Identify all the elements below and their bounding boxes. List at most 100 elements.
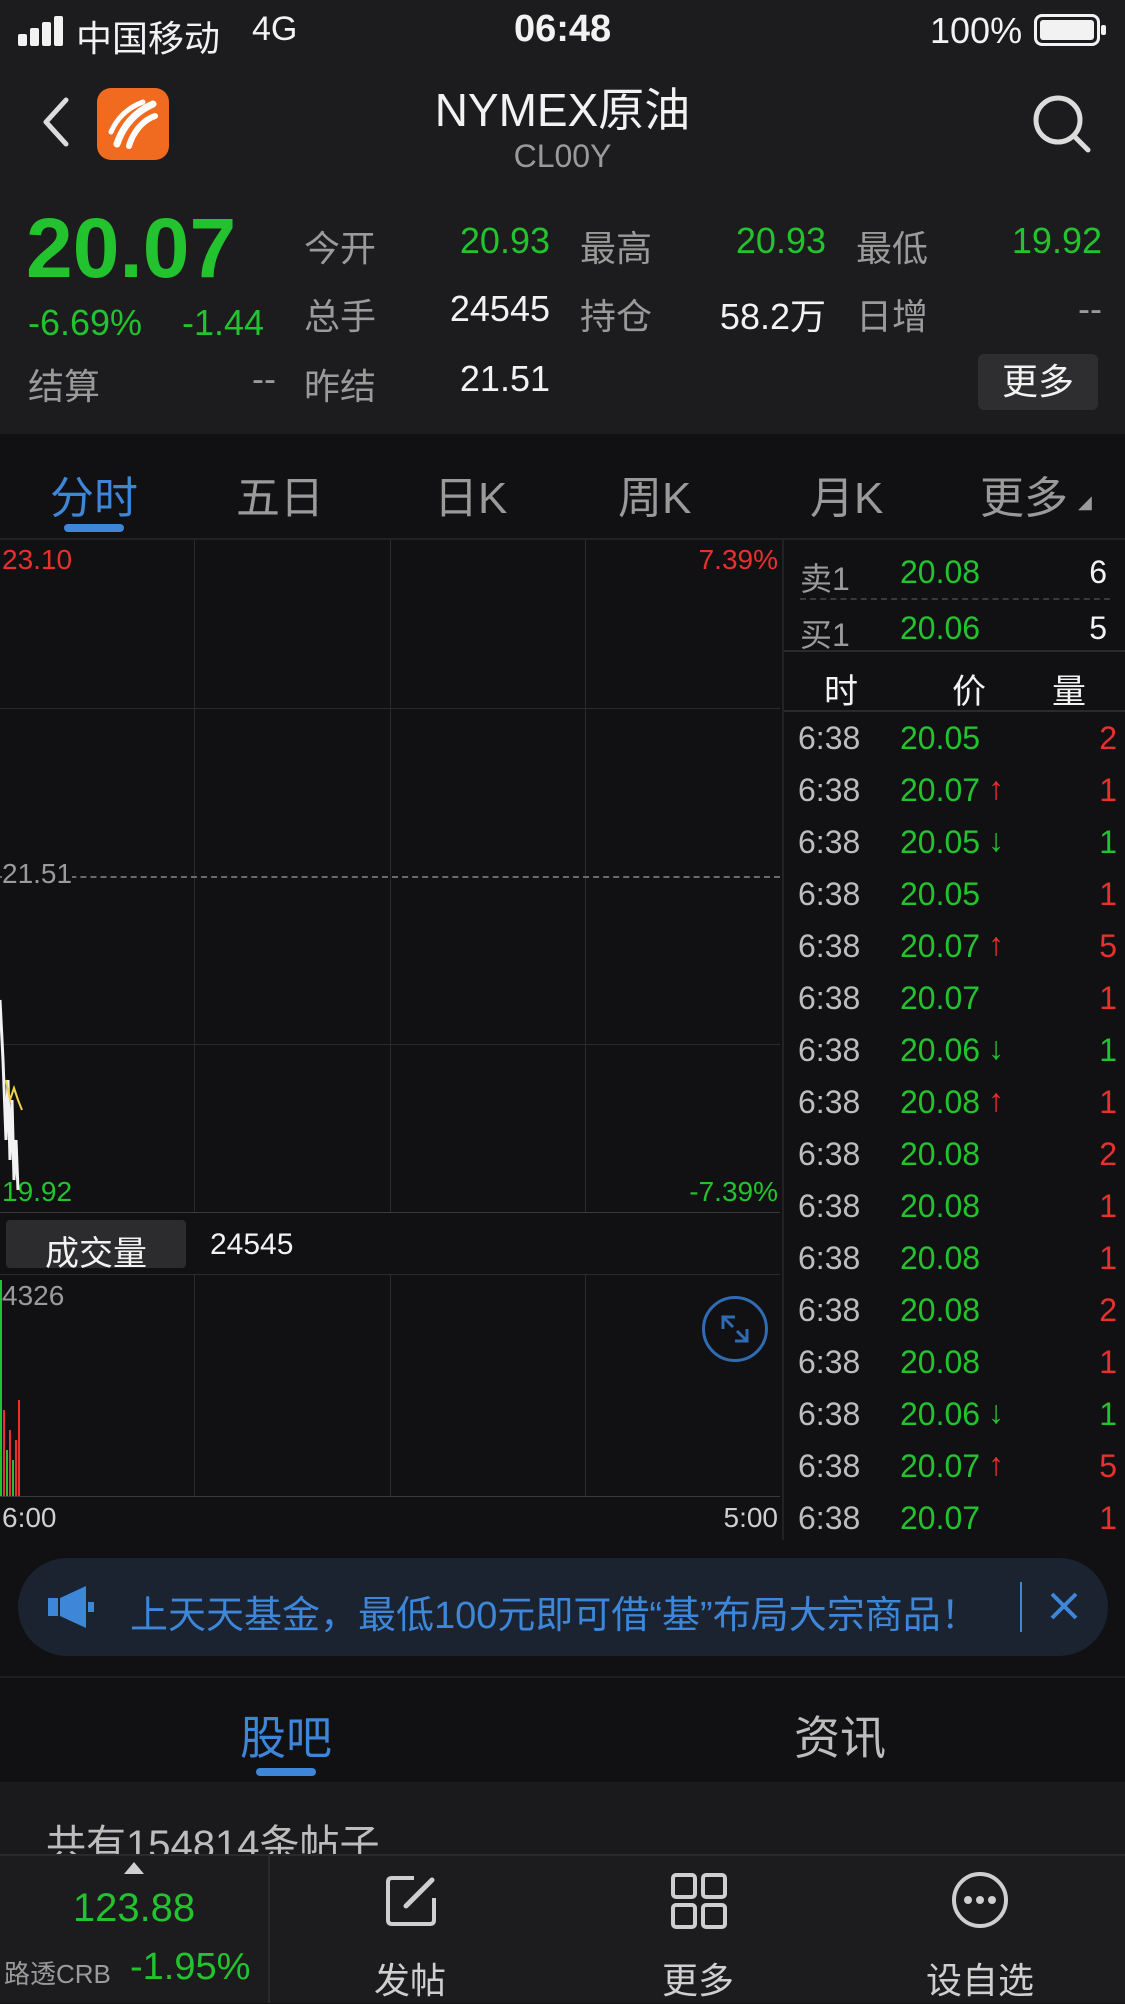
add-watchlist-label: 设自选 xyxy=(925,1960,1034,2001)
tab-weekly-k[interactable]: 周K xyxy=(618,462,691,526)
trade-row: 6:38 20.06 ↓ 1 xyxy=(784,1388,1125,1440)
trade-time: 6:38 xyxy=(798,1292,861,1328)
trade-time: 6:38 xyxy=(798,928,861,964)
daily-increase-label: 日增 xyxy=(856,296,929,337)
ask-price: 20.08 xyxy=(900,554,981,590)
trade-price: 20.07 xyxy=(900,772,981,808)
forum-tab-indicator xyxy=(256,1768,316,1776)
post-button[interactable]: 发帖 xyxy=(296,1856,524,2003)
prev-settle-label: 昨结 xyxy=(304,366,377,407)
trade-time: 6:38 xyxy=(798,1240,861,1276)
header-price: 价 xyxy=(952,673,986,711)
close-icon[interactable] xyxy=(1044,1586,1084,1626)
arrow-up-icon: ↑ xyxy=(988,1446,1004,1482)
header-time: 时 xyxy=(824,673,858,711)
bid-row: 买1 20.06 5 xyxy=(784,602,1125,654)
battery-percent: 100% xyxy=(930,10,1023,51)
trades-list[interactable]: 6:38 20.05 2 6:38 20.07 ↑ 1 6:38 20.05 ↓ 1 6:38 20.0… xyxy=(784,712,1125,1540)
trade-row: 6:38 20.08 ↑ 1 xyxy=(784,1076,1125,1128)
status-bar: 中国移动 4G 06:48 100% xyxy=(0,0,1125,62)
trade-qty: 1 xyxy=(1099,876,1117,912)
index-change: -1.95% xyxy=(130,1946,251,1988)
trade-qty: 1 xyxy=(1099,1188,1117,1224)
trade-qty: 1 xyxy=(1099,1500,1117,1536)
trade-time: 6:38 xyxy=(798,1448,861,1484)
tab-monthly-k[interactable]: 月K xyxy=(810,462,883,526)
tab-five-day[interactable]: 五日 xyxy=(236,462,324,526)
promo-banner[interactable]: 上天天基金，最低100元即可借“基”布局大宗商品！ xyxy=(18,1558,1108,1656)
index-name: 路透CRB xyxy=(4,1959,111,1989)
trade-row: 6:38 20.08 1 xyxy=(784,1180,1125,1232)
trade-time: 6:38 xyxy=(798,876,861,912)
tab-forum[interactable]: 股吧 xyxy=(240,1702,332,1768)
trade-row: 6:38 20.06 ↓ 1 xyxy=(784,1024,1125,1076)
trade-row: 6:38 20.05 ↓ 1 xyxy=(784,816,1125,868)
time-axis-start: 6:00 xyxy=(2,1502,57,1533)
ask-row: 卖1 20.08 6 xyxy=(784,546,1125,598)
trade-qty: 1 xyxy=(1099,824,1117,860)
prev-settle-line xyxy=(0,876,780,878)
carrier: 中国移动 xyxy=(76,18,221,59)
expand-icon[interactable] xyxy=(702,1296,768,1362)
change-percent: -6.69% xyxy=(28,302,143,343)
settle-label: 结算 xyxy=(28,366,101,407)
tab-daily-k[interactable]: 日K xyxy=(434,462,507,526)
axis-top-percent: 7.39% xyxy=(698,544,778,575)
trade-time: 6:38 xyxy=(798,1136,861,1172)
open-label: 今开 xyxy=(304,228,377,269)
trade-qty: 1 xyxy=(1099,1240,1117,1276)
active-tab-indicator xyxy=(64,524,124,532)
trade-qty: 1 xyxy=(1099,772,1117,808)
index-ticker[interactable]: 123.88 路透CRB -1.95% xyxy=(0,1856,270,2003)
trade-time: 6:38 xyxy=(798,1396,861,1432)
arrow-down-icon: ↓ xyxy=(988,822,1004,858)
change-amount: -1.44 xyxy=(182,302,265,343)
more-tab-label: 更多 xyxy=(661,1960,734,2001)
low-label: 最低 xyxy=(856,228,929,269)
tab-more[interactable]: 更多 xyxy=(980,462,1068,526)
more-tab-button[interactable]: 更多 xyxy=(584,1856,812,2003)
daily-increase-value: -- xyxy=(1078,288,1102,329)
network-type: 4G xyxy=(252,10,298,48)
position-value: 58.2万 xyxy=(719,296,826,337)
trade-price: 20.05 xyxy=(900,824,981,860)
low-value: 19.92 xyxy=(1011,220,1102,261)
page-subtitle: CL00Y xyxy=(513,138,612,174)
trade-qty: 5 xyxy=(1099,928,1117,964)
volume-total: 24545 xyxy=(210,1228,294,1261)
tab-intraday[interactable]: 分时 xyxy=(50,462,138,526)
trades-header: 时 价 量 xyxy=(784,658,1125,711)
trade-time: 6:38 xyxy=(798,1344,861,1380)
trade-row: 6:38 20.07 ↑ 5 xyxy=(784,920,1125,972)
tab-news[interactable]: 资讯 xyxy=(794,1702,886,1768)
intraday-chart[interactable]: 23.10 7.39% 21.51 19.92 -7.39% 成交量 24545… xyxy=(0,540,780,1540)
ask-label: 卖1 xyxy=(800,561,850,597)
trade-row: 6:38 20.07 ↑ 1 xyxy=(784,764,1125,816)
signal-icon xyxy=(18,14,68,46)
volume-tab[interactable]: 成交量 xyxy=(6,1220,186,1273)
trade-price: 20.08 xyxy=(900,1136,981,1172)
header-qty: 量 xyxy=(1052,673,1086,711)
trade-row: 6:38 20.05 2 xyxy=(784,712,1125,764)
prev-settle-value: 21.51 xyxy=(459,358,550,399)
search-icon[interactable] xyxy=(1030,92,1094,156)
axis-bottom-percent: -7.39% xyxy=(689,1176,778,1207)
bottom-tab-bar: 123.88 路透CRB -1.95% 发帖 更多 设自选 xyxy=(0,1854,1125,2003)
volume-value: 24545 xyxy=(449,288,550,329)
arrow-down-icon: ↓ xyxy=(988,1394,1004,1430)
more-button[interactable]: 更多 xyxy=(978,354,1098,410)
ellipsis-circle-icon xyxy=(950,1870,1010,1930)
trade-row: 6:38 20.07 1 xyxy=(784,972,1125,1024)
trade-price: 20.05 xyxy=(900,876,981,912)
order-book: 卖1 20.08 6 买1 20.06 5 时 价 量 6:38 20.05 2 6:… xyxy=(782,540,1125,1540)
trade-time: 6:38 xyxy=(798,1500,861,1536)
trade-row: 6:38 20.07 1 xyxy=(784,1492,1125,1544)
volume-tab-label: 成交量 xyxy=(45,1235,147,1273)
page-title: NYMEX原油 xyxy=(434,84,691,136)
clock: 06:48 xyxy=(514,8,612,50)
add-watchlist-button[interactable]: 设自选 xyxy=(866,1856,1094,2003)
trade-row: 6:38 20.08 2 xyxy=(784,1128,1125,1180)
post-label: 发帖 xyxy=(373,1960,446,2001)
grid-icon xyxy=(670,1872,728,1930)
dropdown-triangle-icon: ◢ xyxy=(1078,492,1092,512)
